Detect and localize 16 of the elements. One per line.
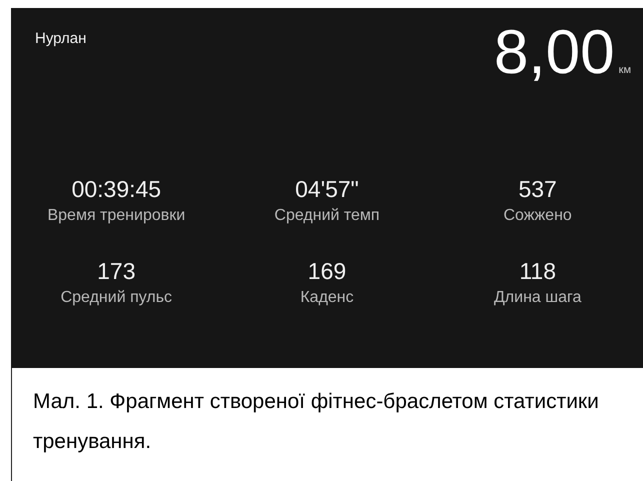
stat-value: 537 [518,175,557,203]
stat-label: Средний темп [274,206,380,226]
stat-value: 04'57" [295,175,359,203]
figure-caption: Мал. 1. Фрагмент створеної фітнес-браслетом статистики тренування. [33,389,600,455]
user-name: Нурлан [35,30,86,47]
stat-label: Каденс [300,288,354,308]
stat-value: 00:39:45 [72,175,162,203]
stat-value: 118 [519,257,556,285]
stat-label: Средний пульс [60,288,172,308]
distance-unit: км [618,64,631,76]
stat-label: Длина шага [494,288,582,308]
stat-value: 169 [308,257,346,285]
stat-label: Время тренировки [47,206,186,226]
stat-label: Сожжено [504,206,572,226]
distance-value: 8,00 [494,18,615,88]
stat-value: 173 [97,257,136,285]
